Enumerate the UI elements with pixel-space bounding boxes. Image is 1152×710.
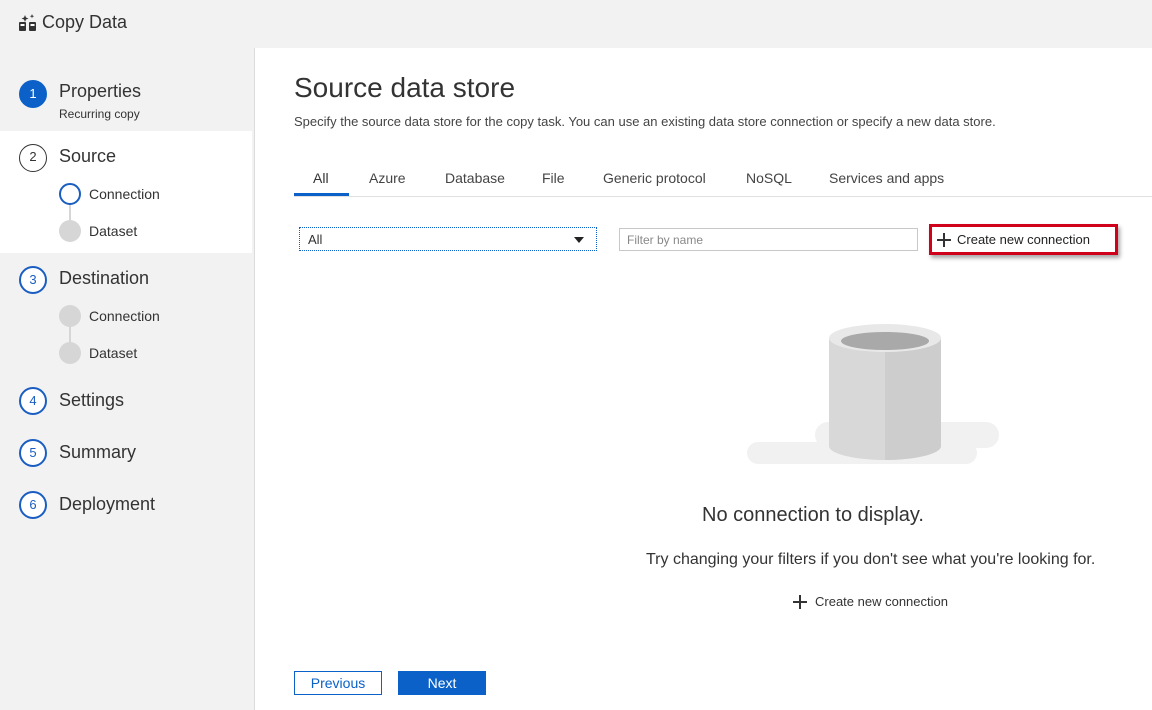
step-label: Settings: [59, 390, 125, 410]
step-settings[interactable]: 4 Settings: [0, 375, 252, 427]
step-source[interactable]: 2 Source Connection Dataset: [0, 131, 252, 253]
step-number-badge: 3: [19, 266, 47, 294]
create-new-connection-label: Create new connection: [957, 232, 1090, 247]
step-label: Destination: [59, 268, 150, 288]
tab-services-and-apps[interactable]: Services and apps: [829, 170, 944, 186]
tab-nosql[interactable]: NoSQL: [746, 170, 792, 186]
step-deployment[interactable]: 6 Deployment: [0, 479, 252, 531]
copy-data-icon: [19, 14, 36, 31]
step-sublabel: Recurring copy: [59, 107, 140, 121]
store-type-tabs: All Azure Database File Generic protocol…: [294, 160, 1152, 197]
empty-database-illustration: [747, 324, 999, 464]
empty-state-title: No connection to display.: [702, 504, 924, 526]
tab-file[interactable]: File: [542, 170, 565, 186]
substep-connection[interactable]: Connection: [89, 308, 160, 324]
tab-all[interactable]: All: [313, 170, 329, 186]
step-label: Deployment: [59, 494, 156, 514]
step-destination[interactable]: 3 Destination Connection Dataset: [0, 253, 252, 375]
step-number-badge: 4: [19, 387, 47, 415]
step-label: Properties: [59, 81, 142, 101]
page-title: Source data store: [294, 72, 516, 103]
next-button[interactable]: Next: [398, 671, 486, 695]
create-new-connection-link-label: Create new connection: [815, 594, 948, 609]
tab-generic-protocol[interactable]: Generic protocol: [603, 170, 706, 186]
filter-by-name-input[interactable]: [619, 228, 918, 251]
step-label: Source: [59, 146, 117, 166]
step-number-badge: 2: [19, 144, 47, 172]
wizard-sidebar: 1 Properties Recurring copy 2 Source Con…: [0, 48, 252, 710]
main-panel: Source data store Specify the source dat…: [254, 48, 1152, 710]
substep-indicator: [59, 305, 81, 327]
step-label: Summary: [59, 442, 137, 462]
substep-dataset[interactable]: Dataset: [89, 345, 137, 361]
plus-icon: [793, 595, 807, 609]
tab-azure[interactable]: Azure: [369, 170, 406, 186]
step-properties[interactable]: 1 Properties Recurring copy: [0, 48, 252, 131]
app-title: Copy Data: [42, 12, 128, 32]
create-new-connection-button[interactable]: Create new connection: [929, 224, 1118, 255]
plus-icon: [937, 233, 951, 247]
previous-button[interactable]: Previous: [294, 671, 382, 695]
dropdown-value: All: [308, 232, 323, 247]
substep-indicator: [59, 342, 81, 364]
create-new-connection-link[interactable]: Create new connection: [791, 592, 971, 612]
substep-current-indicator: [59, 183, 81, 205]
step-summary[interactable]: 5 Summary: [0, 427, 252, 479]
step-number-badge: 5: [19, 439, 47, 467]
empty-state-hint: Try changing your filters if you don't s…: [646, 551, 1096, 568]
store-type-dropdown[interactable]: All: [299, 227, 597, 251]
step-number-badge: 1: [19, 80, 47, 108]
substep-indicator: [59, 220, 81, 242]
tab-database[interactable]: Database: [445, 170, 505, 186]
page-description: Specify the source data store for the co…: [294, 114, 996, 129]
substep-dataset[interactable]: Dataset: [89, 223, 137, 239]
active-tab-indicator: [294, 193, 349, 196]
substep-connection[interactable]: Connection: [89, 186, 160, 202]
chevron-down-icon: [574, 237, 584, 243]
title-bar: Copy Data: [0, 0, 1152, 48]
step-number-badge: 6: [19, 491, 47, 519]
